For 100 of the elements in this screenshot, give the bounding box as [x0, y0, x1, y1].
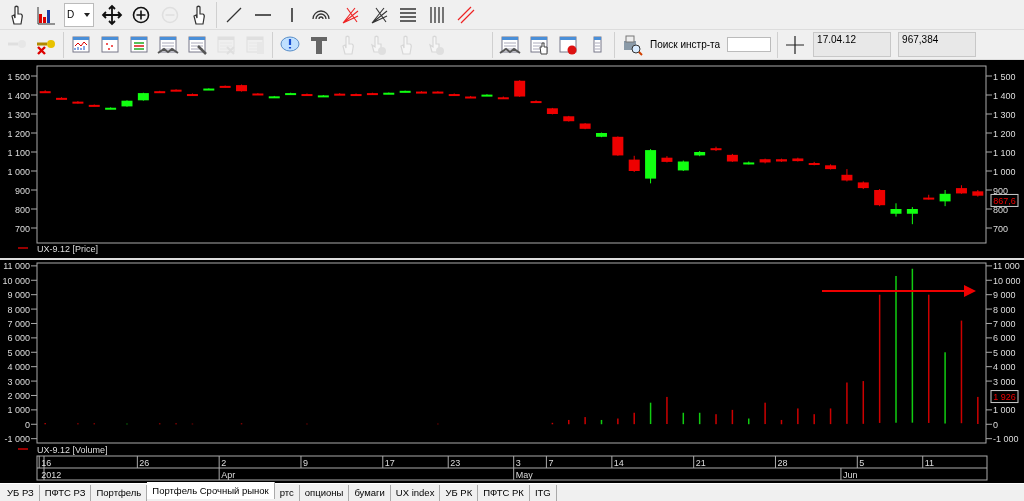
candle	[841, 168, 853, 182]
line-icon	[226, 6, 242, 23]
date-label: 28	[777, 458, 788, 468]
table-handshake-icon	[499, 33, 521, 56]
date-label: 21	[695, 458, 706, 468]
axis-label: 1 000	[7, 405, 30, 416]
readout-field: 17.04.12	[813, 32, 892, 57]
candle	[661, 155, 673, 163]
parallel-lines-icon	[457, 5, 475, 24]
candle	[514, 79, 526, 98]
axis-label: 5 000	[7, 347, 30, 358]
candle	[39, 89, 51, 94]
axis-label: 0	[25, 419, 30, 430]
candle	[432, 90, 444, 94]
list-window-icon	[128, 33, 150, 56]
legend-label: UX-9.12 [Volume]	[37, 445, 108, 455]
axis-label: 11 000	[993, 261, 1020, 272]
candle	[416, 90, 427, 94]
axis-label: 7 000	[7, 319, 30, 329]
axis-label: 1 100	[7, 147, 30, 158]
candle	[268, 95, 280, 99]
candle	[121, 99, 133, 108]
axis-label: 800	[993, 204, 1009, 215]
period-dropdown[interactable]: D	[64, 2, 94, 27]
candle	[645, 148, 657, 184]
axis-label: 900	[993, 185, 1009, 196]
arcs-icon	[312, 9, 330, 20]
axis-label: 700	[993, 223, 1009, 234]
volume-bar	[698, 412, 701, 425]
table-stop-icon	[557, 33, 579, 56]
axis-label: 1 000	[993, 405, 1016, 416]
vertical-line-icon	[290, 6, 294, 23]
candle	[628, 155, 640, 173]
candle	[137, 92, 149, 102]
axis-label: 8 000	[7, 304, 30, 315]
candle	[890, 202, 902, 218]
axis-label: 9 000	[993, 290, 1016, 301]
horizontal-line-icon	[255, 12, 271, 17]
readout-field: 967,384	[898, 32, 977, 57]
last-value-marker: 1 926	[990, 390, 1019, 404]
caret-icon	[84, 12, 90, 17]
axis-label: 2 000	[7, 391, 30, 401]
volume-bar	[731, 409, 734, 425]
month-label: 2012	[41, 470, 62, 480]
chart-window-icon	[70, 33, 92, 56]
axis-label: 1 000	[7, 166, 30, 177]
candle	[105, 106, 117, 110]
candle	[301, 93, 313, 97]
search-field[interactable]	[727, 37, 772, 52]
volume-bar	[862, 381, 865, 424]
candle	[252, 92, 264, 96]
volume-bar	[551, 422, 554, 425]
candle	[350, 93, 362, 97]
axis-label: 1 500	[993, 71, 1016, 82]
axis-label: 900	[14, 185, 30, 196]
axis-label: 5 000	[993, 347, 1016, 358]
table-hand-icon	[528, 33, 550, 56]
candle	[497, 96, 509, 100]
axis-label: 4 000	[7, 362, 30, 373]
axis-label: 8 000	[993, 304, 1016, 315]
candle	[448, 93, 460, 97]
candle	[955, 184, 967, 195]
axis-label: 9 000	[7, 290, 30, 301]
print-preview-icon	[621, 33, 643, 56]
axis-label: 1 200	[7, 128, 30, 139]
axis-label: 800	[14, 204, 30, 215]
candle	[170, 88, 182, 92]
candle	[72, 100, 84, 105]
date-label: 23	[450, 458, 461, 468]
candle	[694, 150, 706, 157]
candle	[579, 122, 591, 130]
sheet-tab[interactable]: Портфель Срочный рынок	[147, 482, 275, 499]
candle	[399, 90, 411, 93]
legend-line	[17, 247, 29, 249]
axis-label: 1 200	[993, 128, 1016, 139]
candle	[775, 158, 787, 163]
axis-label: -1 000	[4, 434, 30, 445]
candle	[285, 92, 297, 96]
axis-label: -1 000	[993, 434, 1019, 445]
toolbar-button[interactable]	[101, 2, 123, 27]
axis-label: 1 300	[7, 109, 30, 120]
candle	[726, 153, 738, 163]
candle	[972, 189, 984, 198]
candle	[88, 104, 100, 107]
candle	[808, 161, 820, 166]
candle	[825, 163, 837, 170]
candle	[186, 93, 198, 97]
candle	[546, 107, 558, 115]
crosshair-icon	[784, 33, 807, 56]
month-label: Jun	[842, 470, 858, 480]
candle	[939, 189, 951, 207]
axis-label: 1 000	[993, 166, 1016, 177]
date-label: 9	[302, 458, 308, 468]
legend-label: UX-9.12 [Price]	[37, 244, 99, 254]
candle	[710, 146, 722, 152]
volume-bar	[600, 419, 603, 425]
axis-label: 1 400	[7, 90, 30, 101]
month-label: May	[515, 470, 533, 480]
axis-label: 0	[993, 419, 998, 430]
candle	[530, 99, 542, 104]
